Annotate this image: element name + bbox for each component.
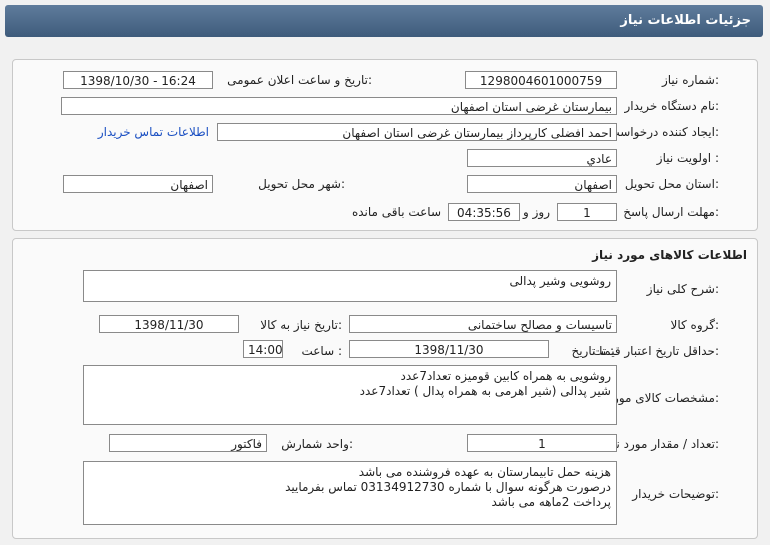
- note-line: درصورت هرگونه سوال با شماره 03134912730 …: [285, 480, 611, 494]
- buyer-org-field: بیمارستان غرضی استان اصفهان: [61, 97, 617, 115]
- buyer-notes-field: هزینه حمل تابیمارستان به عهده فروشنده می…: [83, 461, 617, 525]
- spec-line: شیر پدالی (شیر اهرمی به همراه پدال ) تعد…: [359, 384, 611, 398]
- quantity-field: 1: [467, 434, 617, 452]
- goods-group-field: تاسیسات و مصالح ساختمانی: [349, 315, 617, 333]
- need-date-field: 1398/11/30: [99, 315, 239, 333]
- need-number-label: شماره نیاز:: [661, 73, 719, 87]
- buyer-contact-link[interactable]: اطلاعات تماس خریدار: [98, 125, 209, 139]
- note-line: پرداخت 2ماهه می باشد: [491, 495, 611, 509]
- price-validity-time-field: 14:00: [243, 340, 283, 358]
- buyer-notes-label: توضیحات خریدار:: [632, 487, 719, 501]
- goods-group-label: گروه کالا:: [670, 318, 720, 332]
- page-title: جزئیات اطلاعات نیاز: [620, 13, 751, 28]
- quantity-label: تعداد / مقدار مورد نیاز:: [603, 437, 719, 451]
- delivery-city-field: اصفهان: [63, 175, 213, 193]
- creator-field: احمد افضلی کارپرداز بیمارستان غرضی استان…: [217, 123, 617, 141]
- note-line: هزینه حمل تابیمارستان به عهده فروشنده می…: [358, 465, 611, 479]
- goods-info-panel: اطلاعات کالاهای مورد نیاز شرح کلی نیاز: …: [12, 238, 758, 539]
- delivery-city-label: شهر محل تحویل:: [258, 177, 345, 191]
- response-deadline-label: مهلت ارسال پاسخ:: [623, 205, 719, 219]
- priority-label: اولویت نیاز :: [656, 151, 719, 165]
- need-summary-field: روشویی وشیر پدالی: [83, 270, 617, 302]
- validity-time-label: ساعت :: [301, 344, 342, 358]
- need-date-label: تاریخ نیاز به کالا:: [260, 318, 342, 332]
- day-and-label: روز و: [523, 205, 550, 219]
- need-info-panel: شماره نیاز: 1298004601000759 تاریخ و ساع…: [12, 59, 758, 231]
- unit-field: فاکتور: [109, 434, 267, 452]
- unit-label: واحد شمارش:: [281, 437, 353, 451]
- creator-label: ایجاد کننده درخواست:: [608, 125, 719, 139]
- page-header: جزئیات اطلاعات نیاز: [5, 5, 763, 37]
- deadline-time-field: 04:35:56: [448, 203, 520, 221]
- price-validity-date-field: 1398/11/30: [349, 340, 549, 358]
- need-number-field: 1298004601000759: [465, 71, 617, 89]
- buyer-org-label: نام دستگاه خریدار:: [624, 99, 720, 113]
- until-date-label: تا تاریخ :: [571, 344, 614, 358]
- need-summary-label: شرح کلی نیاز:: [646, 282, 719, 296]
- spec-line: روشویی به همراه کابین قومیزه تعداد7عدد: [400, 369, 611, 383]
- priority-field: عادي: [467, 149, 617, 167]
- delivery-province-field: اصفهان: [467, 175, 617, 193]
- delivery-province-label: استان محل تحویل:: [624, 177, 719, 191]
- goods-spec-field: روشویی به همراه کابین قومیزه تعداد7عدد ش…: [83, 365, 617, 425]
- remaining-hours-label: ساعت باقی مانده: [351, 205, 441, 219]
- announce-datetime-field: 1398/10/30 - 16:24: [63, 71, 213, 89]
- deadline-days-field: 1: [557, 203, 617, 221]
- goods-section-title: اطلاعات کالاهای مورد نیاز: [592, 248, 747, 262]
- announce-datetime-label: تاریخ و ساعت اعلان عمومی:: [227, 73, 372, 87]
